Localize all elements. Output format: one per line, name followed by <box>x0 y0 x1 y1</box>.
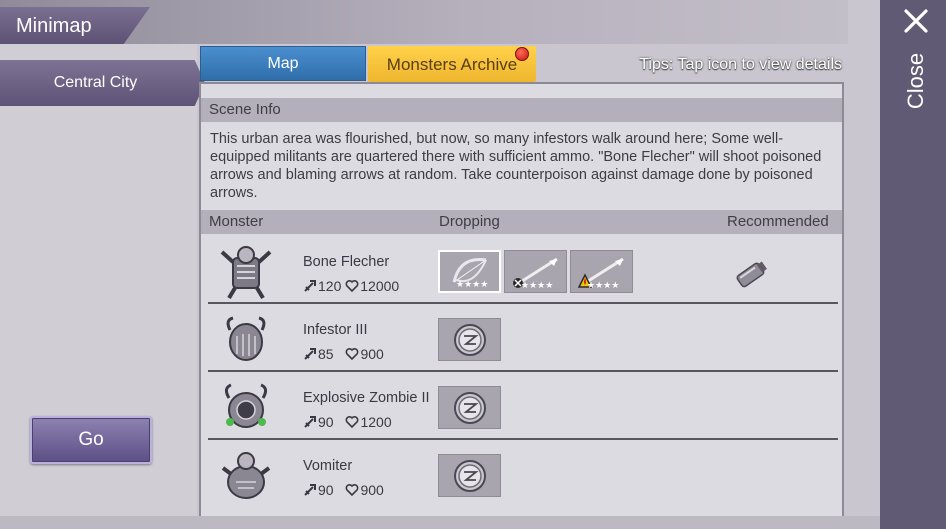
infestor-iii-portrait-icon[interactable] <box>219 312 273 368</box>
poison-arrow-icon[interactable]: ★★★★ <box>504 250 567 293</box>
hp-value: 900 <box>360 482 384 498</box>
city-tab-central-city[interactable]: Central City <box>0 60 205 106</box>
column-monster: Monster <box>209 213 264 230</box>
rarity-stars: ★★★★ <box>456 279 489 289</box>
attack-icon <box>304 280 316 292</box>
coin-icon[interactable] <box>438 318 501 361</box>
drop-list <box>438 454 501 497</box>
heart-icon <box>346 348 359 361</box>
drop-list: ★★★★ ★★★★ ★★★★ <box>438 250 633 293</box>
monster-stats: 90 1200 <box>303 414 392 432</box>
attack-value: 85 <box>318 346 334 362</box>
monsters-archive-panel: Scene Info This urban area was flourishe… <box>199 82 844 519</box>
monster-stats: 85 900 <box>303 346 384 364</box>
table-header: Monster Dropping Recommended <box>201 210 842 234</box>
explosive-zombie-ii-portrait-icon[interactable] <box>219 380 273 436</box>
hp-value: 900 <box>360 346 384 362</box>
city-tab-label: Central City <box>53 74 138 91</box>
attack-icon <box>304 348 316 360</box>
scene-description: This urban area was flourished, but now,… <box>210 131 822 201</box>
table-row: Explosive Zombie II 90 1200 <box>201 372 842 440</box>
table-row: Bone Flecher 120 12000 ★★★★ ★★★★ ★★★★ <box>201 236 842 304</box>
attack-value: 90 <box>318 414 334 430</box>
attack-value: 120 <box>318 278 342 294</box>
monster-stats: 90 900 <box>303 482 384 500</box>
attack-icon <box>304 416 316 428</box>
monster-name: Explosive Zombie II <box>303 390 430 406</box>
coin-icon[interactable] <box>438 386 501 429</box>
close-button[interactable]: Close <box>893 46 939 116</box>
monster-stats: 120 12000 <box>303 278 399 296</box>
bone-flecher-portrait-icon[interactable] <box>219 244 273 300</box>
bottom-strip <box>0 516 880 529</box>
heart-icon <box>345 280 359 293</box>
heart-icon <box>346 416 359 429</box>
monster-name: Infestor III <box>303 322 368 338</box>
column-dropping: Dropping <box>439 213 500 230</box>
hp-value: 1200 <box>360 414 392 430</box>
close-label: Close <box>903 52 928 110</box>
go-button[interactable]: Go <box>30 416 152 464</box>
vomiter-portrait-icon[interactable] <box>219 448 273 504</box>
counterpoison-vial-icon[interactable] <box>731 258 771 290</box>
rarity-stars: ★★★★ <box>521 280 554 290</box>
drop-list <box>438 318 501 361</box>
table-row: Infestor III 85 900 <box>201 304 842 372</box>
drop-list <box>438 386 501 429</box>
notification-dot <box>515 47 529 61</box>
scene-info-heading: Scene Info <box>201 98 842 122</box>
attack-icon <box>304 484 316 496</box>
monster-name: Bone Flecher <box>303 254 390 270</box>
table-row: Vomiter 90 900 <box>201 440 842 508</box>
attack-value: 90 <box>318 482 334 498</box>
go-button-label: Go <box>78 429 104 450</box>
column-recommended: Recommended <box>727 213 829 230</box>
coin-icon[interactable] <box>438 454 501 497</box>
heart-icon <box>346 484 359 497</box>
hp-value: 12000 <box>360 278 400 294</box>
tips-text: Tips: Tap icon to view details <box>639 56 842 73</box>
tab-map-label: Map <box>267 54 299 72</box>
page-title: Minimap <box>16 15 92 37</box>
rarity-stars: ★★★★ <box>587 280 620 290</box>
fire-arrow-icon[interactable]: ★★★★ <box>570 250 633 293</box>
tab-monsters-archive-label[interactable]: Monsters Archive <box>368 55 536 75</box>
tab-map[interactable]: Map <box>200 46 366 81</box>
close-icon[interactable] <box>903 8 929 34</box>
monster-name: Vomiter <box>303 458 353 474</box>
bow-icon[interactable]: ★★★★ <box>438 250 501 293</box>
